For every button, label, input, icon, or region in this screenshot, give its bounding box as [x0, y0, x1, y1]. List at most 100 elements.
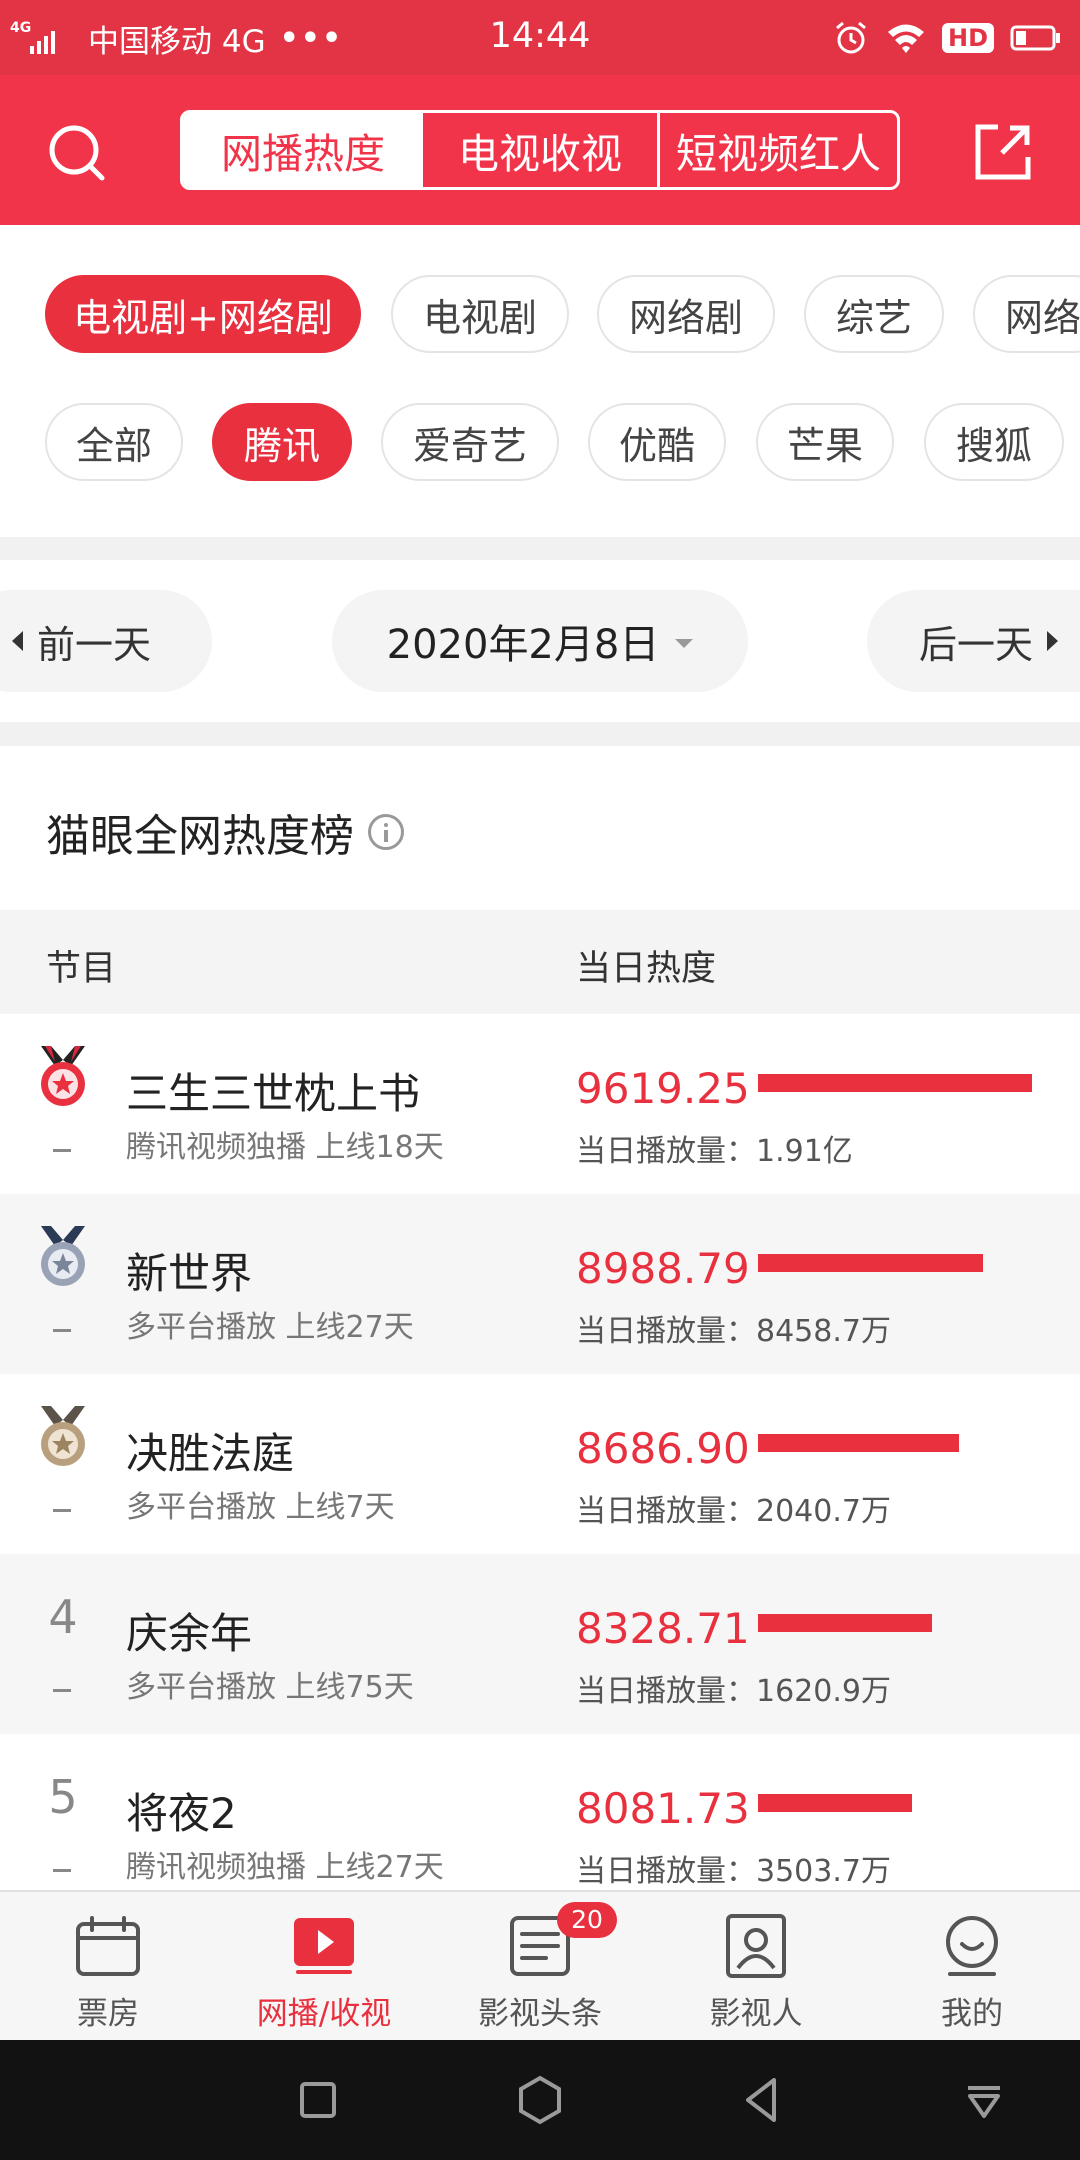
program-meta: 腾讯视频独播 上线27天: [126, 1850, 444, 1885]
info-icon[interactable]: [368, 814, 404, 850]
bronze-medal-icon: [41, 1406, 85, 1466]
daily-plays: 当日播放量：3503.7万: [576, 1854, 891, 1889]
heat-bar: [758, 1074, 1032, 1092]
rank-number: 5: [48, 1770, 78, 1824]
section-divider: [0, 537, 1080, 560]
alarm-icon: [836, 21, 866, 54]
heat-value: 8686.90: [576, 1424, 750, 1473]
rank-badge: [28, 1402, 98, 1472]
current-date: 2020年2月8日: [386, 622, 660, 668]
nav-web-tv[interactable]: 网播/收视: [216, 1892, 432, 2042]
daily-plays: 当日播放量：2040.7万: [576, 1494, 891, 1529]
trend-indicator: [53, 1509, 71, 1512]
chip-web-drama[interactable]: 网络剧: [597, 275, 775, 353]
ranking-type-tabs: 网播热度 电视收视 短视频红人: [180, 110, 900, 190]
trend-indicator: [53, 1689, 71, 1692]
program-title: 新世界: [126, 1249, 253, 1298]
gold-medal-icon: [41, 1046, 85, 1106]
search-icon[interactable]: [44, 120, 108, 184]
chip-platform-iqiyi[interactable]: 爱奇艺: [381, 403, 559, 481]
rank-badge: 5: [28, 1762, 98, 1832]
prev-day-label: 前一天: [37, 622, 152, 667]
recent-apps-icon[interactable]: [290, 2072, 346, 2128]
nav-label: 网播/收视: [256, 1996, 392, 2032]
chip-tv-drama[interactable]: 电视剧: [391, 275, 569, 353]
col-program: 节目: [46, 949, 117, 989]
table-row[interactable]: 三生三世枕上书 腾讯视频独播 上线18天 9619.25 当日播放量：1.91亿: [0, 1014, 1080, 1194]
nav-mine[interactable]: 我的: [864, 1892, 1080, 2042]
caret-left-icon: [12, 631, 23, 651]
heat-value: 9619.25: [576, 1064, 750, 1113]
prev-day-button[interactable]: 前一天: [0, 590, 212, 692]
program-title: 三生三世枕上书: [126, 1069, 421, 1118]
heat-bar: [758, 1434, 959, 1452]
nav-people[interactable]: 影视人: [648, 1892, 864, 2042]
home-icon[interactable]: [512, 2072, 568, 2128]
chip-platform-sohu[interactable]: 搜狐: [924, 403, 1064, 481]
chip-drama-all[interactable]: 电视剧+网络剧: [45, 275, 361, 353]
next-day-button[interactable]: 后一天: [867, 590, 1080, 692]
play-icon: [294, 1918, 354, 1974]
status-right: HD: [832, 14, 1062, 62]
chip-platform-youku[interactable]: 优酷: [588, 403, 726, 481]
status-bar: 4G 中国移动 4G ••• 14:44 HD: [0, 0, 1080, 75]
daily-plays: 当日播放量：1.91亿: [576, 1134, 853, 1169]
table-row[interactable]: 决胜法庭 多平台播放 上线7天 8686.90 当日播放量：2040.7万: [0, 1374, 1080, 1554]
heat-bar: [758, 1794, 912, 1812]
system-nav-bar: [0, 2040, 1080, 2160]
heat-value: 8328.71: [576, 1604, 750, 1653]
back-icon[interactable]: [734, 2072, 790, 2128]
program-meta: 多平台播放 上线7天: [126, 1490, 395, 1525]
tab-tv-ratings[interactable]: 电视收视: [423, 113, 660, 187]
daily-plays: 当日播放量：1620.9万: [576, 1674, 891, 1709]
nav-box-office[interactable]: 票房: [0, 1892, 216, 2042]
chip-web-variety[interactable]: 网络: [973, 275, 1080, 353]
chip-variety[interactable]: 综艺: [804, 275, 944, 353]
table-header: 节目 当日热度: [0, 910, 1080, 1014]
chip-platform-mango[interactable]: 芒果: [756, 403, 894, 481]
daily-plays: 当日播放量：8458.7万: [576, 1314, 891, 1349]
hd-badge: HD: [941, 23, 994, 53]
nav-label: 票房: [77, 1996, 139, 2032]
program-meta: 腾讯视频独播 上线18天: [126, 1130, 444, 1165]
app-header: 网播热度 电视收视 短视频红人: [0, 75, 1080, 225]
next-day-label: 后一天: [919, 622, 1034, 667]
tab-web-heat[interactable]: 网播热度: [183, 113, 423, 187]
notification-shade-icon[interactable]: [956, 2072, 1012, 2128]
filter-panel: 电视剧+网络剧 电视剧 网络剧 综艺 网络 全部 腾讯 爱奇艺 优酷 芒果 搜狐: [0, 225, 1080, 537]
silver-medal-icon: [41, 1226, 85, 1286]
program-title: 将夜2: [126, 1789, 237, 1838]
battery-icon: [1010, 25, 1060, 51]
ranking-title: 猫眼全网热度榜: [46, 800, 404, 864]
bottom-nav: 票房 网播/收视 20 影视头条 影视人 我的: [0, 1890, 1080, 2040]
section-divider-2: [0, 722, 1080, 746]
tab-short-video[interactable]: 短视频红人: [660, 113, 897, 187]
program-meta: 多平台播放 上线75天: [126, 1670, 414, 1705]
trend-indicator: [53, 1149, 71, 1152]
profile-icon: [946, 1916, 998, 1976]
date-picker[interactable]: 2020年2月8日: [332, 590, 748, 692]
caret-right-icon: [1047, 631, 1059, 651]
nav-label: 我的: [941, 1996, 1003, 2032]
wifi-icon: [887, 24, 924, 53]
nav-label: 影视头条: [478, 1996, 602, 2032]
program-title: 决胜法庭: [126, 1429, 295, 1478]
rank-badge: [28, 1042, 98, 1112]
rank-badge: 4: [28, 1582, 98, 1652]
calendar-icon: [76, 1916, 140, 1976]
notification-badge: 20: [557, 1902, 617, 1938]
table-row[interactable]: 新世界 多平台播放 上线27天 8988.79 当日播放量：8458.7万: [0, 1194, 1080, 1374]
person-card-icon: [726, 1914, 786, 1978]
ranking-title-text: 猫眼全网热度榜: [46, 811, 354, 862]
chip-platform-tencent[interactable]: 腾讯: [212, 403, 352, 481]
caret-down-icon: [675, 638, 694, 648]
nav-news[interactable]: 20 影视头条: [432, 1892, 648, 2042]
heat-value: 8081.73: [576, 1784, 750, 1833]
col-heat: 当日热度: [576, 949, 717, 989]
heat-bar: [758, 1254, 983, 1272]
table-row[interactable]: 4 庆余年 多平台播放 上线75天 8328.71 当日播放量：1620.9万: [0, 1554, 1080, 1734]
chip-platform-all[interactable]: 全部: [45, 403, 183, 481]
heat-value: 8988.79: [576, 1244, 750, 1293]
share-icon[interactable]: [972, 121, 1034, 183]
table-row[interactable]: 5 将夜2 腾讯视频独播 上线27天 8081.73 当日播放量：3503.7万: [0, 1734, 1080, 1890]
